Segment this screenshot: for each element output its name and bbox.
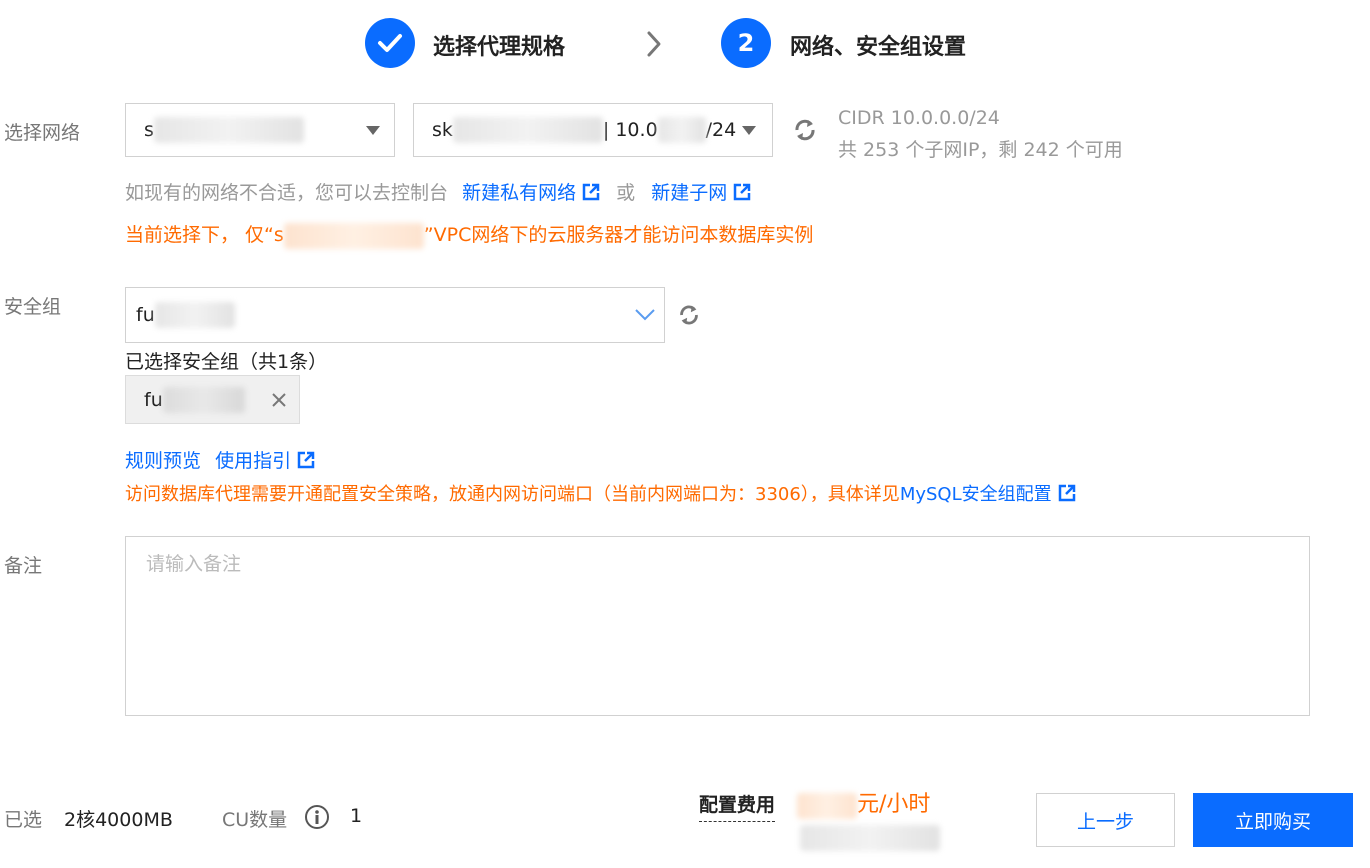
refresh-security-group-icon[interactable] bbox=[677, 303, 701, 332]
redacted-fee-detail bbox=[800, 825, 940, 851]
new-subnet-link[interactable]: 新建子网 bbox=[651, 182, 751, 204]
redacted-security-group bbox=[162, 386, 245, 413]
security-group-links: 规则预览 使用指引 bbox=[125, 446, 315, 473]
chevron-down-icon bbox=[635, 309, 655, 321]
step-1-label: 选择代理规格 bbox=[433, 35, 566, 60]
subnet-select-value-prefix: sk bbox=[432, 119, 453, 141]
cu-count-label: CU数量 bbox=[222, 809, 288, 831]
selected-security-groups-heading: 已选择安全组（共1条） bbox=[125, 351, 328, 373]
usage-guide-link[interactable]: 使用指引 bbox=[215, 450, 315, 472]
rules-preview-link[interactable]: 规则预览 bbox=[125, 450, 201, 472]
fee-price: 元/小时 bbox=[797, 786, 930, 819]
chevron-right-icon bbox=[645, 30, 663, 63]
new-vpc-link-label: 新建私有网络 bbox=[462, 182, 577, 204]
vpc-access-warning-prefix: 当前选择下， 仅“s bbox=[125, 224, 284, 246]
security-group-select[interactable]: fu bbox=[125, 287, 665, 343]
vpc-select-value: s bbox=[144, 119, 154, 141]
security-group-select-value: fu bbox=[136, 304, 155, 326]
selected-label: 已选 bbox=[4, 809, 43, 831]
redacted-security-group bbox=[154, 302, 235, 328]
new-subnet-link-label: 新建子网 bbox=[651, 182, 728, 204]
buy-now-button[interactable]: 立即购买 bbox=[1193, 793, 1353, 847]
redacted-subnet-cidr bbox=[657, 117, 706, 143]
subnet-select-value-suffix: /24 bbox=[705, 119, 737, 141]
fee-unit: 元/小时 bbox=[857, 792, 931, 817]
remark-label: 备注 bbox=[4, 555, 43, 577]
usage-guide-link-label: 使用指引 bbox=[215, 450, 292, 472]
subnet-select-value-mid: | 10.0 bbox=[602, 119, 658, 141]
caret-down-icon bbox=[366, 126, 380, 135]
redacted-price bbox=[797, 792, 857, 819]
step-2-number: 2 bbox=[721, 18, 771, 68]
selected-spec-value: 2核4000MB bbox=[64, 809, 173, 831]
cidr-text: CIDR 10.0.0.0/24 bbox=[838, 107, 1000, 129]
cu-count-value: 1 bbox=[350, 805, 363, 827]
vpc-access-warning-suffix: ”VPC网络下的云服务器才能访问本数据库实例 bbox=[423, 224, 814, 246]
previous-step-button[interactable]: 上一步 bbox=[1036, 793, 1175, 847]
security-group-label: 安全组 bbox=[4, 296, 62, 318]
redacted-vpc-name bbox=[283, 222, 424, 249]
network-hint: 如现有的网络不合适，您可以去控制台 新建私有网络 或 新建子网 bbox=[125, 178, 751, 205]
security-group-tag: fu bbox=[125, 375, 300, 424]
external-link-icon bbox=[733, 183, 751, 201]
remark-textarea[interactable] bbox=[125, 536, 1310, 716]
security-group-tag-label: fu bbox=[144, 388, 163, 411]
refresh-network-icon[interactable] bbox=[792, 117, 818, 148]
vpc-select[interactable]: s bbox=[125, 103, 395, 157]
step-2-label: 网络、安全组设置 bbox=[790, 35, 967, 60]
redacted-vpc-name bbox=[153, 117, 304, 143]
info-icon[interactable] bbox=[304, 804, 330, 835]
external-link-icon bbox=[582, 183, 600, 201]
security-policy-warning-text: 访问数据库代理需要开通配置安全策略，放通内网访问端口（当前内网端口为：3306）… bbox=[125, 484, 900, 505]
caret-down-icon bbox=[742, 126, 756, 135]
subnet-select[interactable]: sk | 10.0 /24 bbox=[413, 103, 773, 157]
network-label: 选择网络 bbox=[4, 122, 81, 144]
close-icon[interactable] bbox=[271, 392, 287, 408]
vpc-access-warning: 当前选择下， 仅“s ”VPC网络下的云服务器才能访问本数据库实例 bbox=[125, 220, 813, 249]
config-fee-label[interactable]: 配置费用 bbox=[699, 790, 776, 822]
step-1-done-icon bbox=[365, 18, 415, 68]
subnet-ip-count-text: 共 253 个子网IP，剩 242 个可用 bbox=[838, 139, 1123, 161]
external-link-icon bbox=[297, 451, 315, 469]
external-link-icon bbox=[1058, 484, 1075, 502]
or-text: 或 bbox=[616, 182, 636, 204]
redacted-subnet-name bbox=[452, 117, 603, 143]
security-policy-warning: 访问数据库代理需要开通配置安全策略，放通内网访问端口（当前内网端口为：3306）… bbox=[125, 480, 1076, 506]
mysql-security-group-link[interactable]: MySQL安全组配置 bbox=[900, 484, 1076, 505]
new-vpc-link[interactable]: 新建私有网络 bbox=[462, 182, 606, 204]
mysql-security-group-link-label: MySQL安全组配置 bbox=[899, 484, 1052, 505]
network-hint-text: 如现有的网络不合适，您可以去控制台 bbox=[125, 182, 449, 204]
